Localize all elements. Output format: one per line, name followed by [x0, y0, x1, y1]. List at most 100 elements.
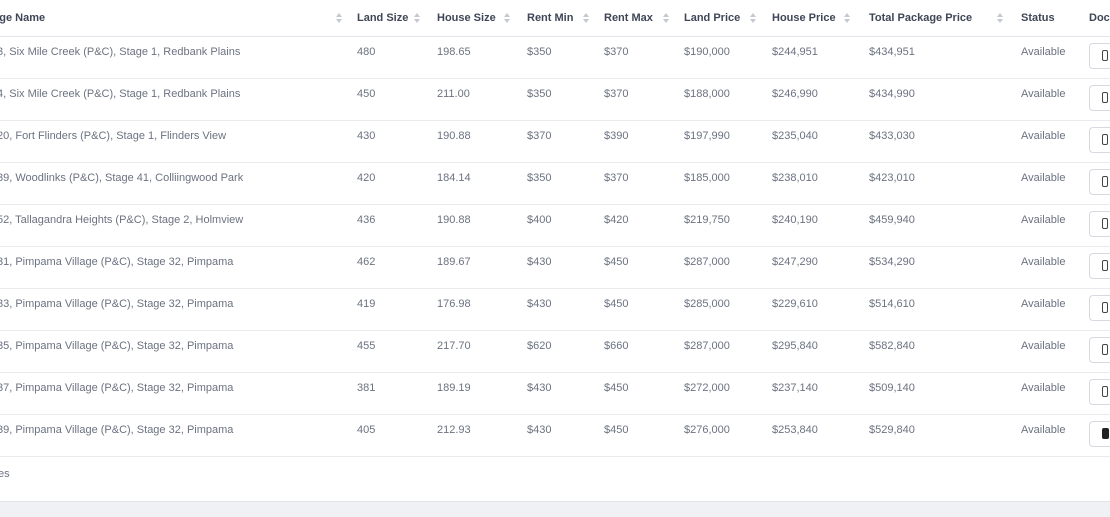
cell-total-package-price: $582,840	[869, 330, 1021, 373]
col-header-stage-name[interactable]: e Stage Name	[0, 0, 357, 37]
document-button[interactable]	[1089, 42, 1110, 69]
col-header-rent-min-label: Rent Min	[527, 11, 574, 24]
cell-land-size: 405	[357, 414, 437, 457]
cell-land-price: $197,990	[684, 120, 772, 163]
cell-land-size-text: 420	[357, 171, 376, 184]
cell-land-size: 455	[357, 330, 437, 373]
cell-rent-max: $370	[604, 78, 684, 121]
cell-stage-name: 4, Six Mile Creek (P&C), Stage 1, Redban…	[0, 78, 357, 121]
cell-stage-name-text: 37, Pimpama Village (P&C), Stage 32, Pim…	[0, 381, 234, 394]
cell-house-price-text: $244,951	[772, 45, 818, 58]
document-icon	[1102, 91, 1108, 103]
cell-rent-min: $400	[527, 204, 604, 247]
cell-land-price-text: $197,990	[684, 129, 730, 142]
cell-rent-max: $450	[604, 246, 684, 289]
cell-house-price-text: $240,190	[772, 213, 818, 226]
cell-land-price: $287,000	[684, 246, 772, 289]
cell-rent-max-text: $420	[604, 213, 629, 226]
cell-house-size: 190.88	[437, 204, 527, 247]
listings-table: e Stage Name Land Size House Size Rent M…	[0, 0, 1110, 457]
cell-land-size: 430	[357, 120, 437, 163]
col-header-rent-max-label: Rent Max	[604, 11, 653, 24]
col-header-house-price[interactable]: House Price	[772, 0, 869, 37]
col-header-land-size[interactable]: Land Size	[357, 0, 437, 37]
cell-stage-name-text: 52, Tallagandra Heights (P&C), Stage 2, …	[0, 213, 244, 226]
document-button[interactable]	[1089, 294, 1110, 321]
cell-land-price-text: $188,000	[684, 87, 730, 100]
cell-house-price-text: $237,140	[772, 381, 818, 394]
cell-rent-max-text: $370	[604, 171, 629, 184]
sort-icon[interactable]	[336, 13, 343, 24]
cell-total-package-price: $514,610	[869, 288, 1021, 331]
cell-documents	[1089, 162, 1110, 205]
cell-status-text: Available	[1021, 45, 1066, 58]
cell-total-package-price: $434,990	[869, 78, 1021, 121]
cell-total-package-price: $433,030	[869, 120, 1021, 163]
cell-land-size: 462	[357, 246, 437, 289]
cell-land-price: $272,000	[684, 372, 772, 415]
col-header-rent-min[interactable]: Rent Min	[527, 0, 604, 37]
col-header-land-price-label: Land Price	[684, 11, 741, 24]
cell-land-price: $219,750	[684, 204, 772, 247]
cell-total-package-price: $534,290	[869, 246, 1021, 289]
cell-total-package-price-text: $433,030	[869, 129, 915, 142]
cell-house-size-text: 190.88	[437, 129, 471, 142]
document-button[interactable]	[1089, 252, 1110, 279]
cell-status: Available	[1021, 204, 1089, 247]
cell-documents	[1089, 120, 1110, 163]
cell-house-size-text: 212.93	[437, 423, 471, 436]
cell-stage-name: 39, Woodlinks (P&C), Stage 41, Colliingw…	[0, 162, 357, 205]
table-row: 37, Pimpama Village (P&C), Stage 32, Pim…	[0, 372, 1110, 415]
document-button[interactable]	[1089, 126, 1110, 153]
cell-land-size: 381	[357, 372, 437, 415]
sort-icon[interactable]	[844, 13, 851, 24]
col-header-status[interactable]: Status	[1021, 0, 1089, 37]
cell-land-size-text: 430	[357, 129, 376, 142]
document-button[interactable]	[1089, 168, 1110, 195]
document-button[interactable]	[1089, 336, 1110, 363]
cell-stage-name: 3, Six Mile Creek (P&C), Stage 1, Redban…	[0, 36, 357, 79]
cell-land-price-text: $272,000	[684, 381, 730, 394]
document-icon	[1102, 343, 1108, 355]
document-button[interactable]	[1089, 420, 1110, 447]
document-button[interactable]	[1089, 210, 1110, 237]
cell-documents	[1089, 78, 1110, 121]
cell-status-text: Available	[1021, 129, 1066, 142]
cell-rent-min-text: $430	[527, 297, 552, 310]
sort-icon[interactable]	[583, 13, 590, 24]
sort-icon[interactable]	[663, 13, 670, 24]
cell-land-price-text: $287,000	[684, 255, 730, 268]
document-icon	[1102, 427, 1109, 439]
cell-house-price: $235,040	[772, 120, 869, 163]
cell-house-size-text: 217.70	[437, 339, 471, 352]
cell-house-price: $229,610	[772, 288, 869, 331]
cell-rent-min: $370	[527, 120, 604, 163]
cell-land-price-text: $276,000	[684, 423, 730, 436]
cell-total-package-price-text: $423,010	[869, 171, 915, 184]
cell-house-size-text: 176.98	[437, 297, 471, 310]
cell-land-size-text: 419	[357, 297, 376, 310]
cell-stage-name-text: 39, Woodlinks (P&C), Stage 41, Colliingw…	[0, 171, 244, 184]
cell-stage-name-text: 39, Pimpama Village (P&C), Stage 32, Pim…	[0, 423, 234, 436]
cell-rent-min: $430	[527, 414, 604, 457]
document-button[interactable]	[1089, 378, 1110, 405]
table-row: 20, Fort Flinders (P&C), Stage 1, Flinde…	[0, 120, 1110, 163]
sort-icon[interactable]	[414, 13, 421, 24]
col-header-total-package-price[interactable]: Total Package Price	[869, 0, 1021, 37]
cell-total-package-price: $434,951	[869, 36, 1021, 79]
sort-icon[interactable]	[750, 13, 757, 24]
cell-total-package-price-text: $434,990	[869, 87, 915, 100]
cell-status: Available	[1021, 120, 1089, 163]
col-header-house-size[interactable]: House Size	[437, 0, 527, 37]
col-header-land-price[interactable]: Land Price	[684, 0, 772, 37]
cell-land-price: $285,000	[684, 288, 772, 331]
cell-house-size-text: 189.19	[437, 381, 471, 394]
col-header-house-price-label: House Price	[772, 11, 836, 24]
cell-total-package-price: $459,940	[869, 204, 1021, 247]
col-header-rent-max[interactable]: Rent Max	[604, 0, 684, 37]
document-button[interactable]	[1089, 84, 1110, 111]
sort-icon[interactable]	[997, 13, 1004, 24]
cell-documents	[1089, 204, 1110, 247]
cell-stage-name: 20, Fort Flinders (P&C), Stage 1, Flinde…	[0, 120, 357, 163]
sort-icon[interactable]	[504, 13, 511, 24]
